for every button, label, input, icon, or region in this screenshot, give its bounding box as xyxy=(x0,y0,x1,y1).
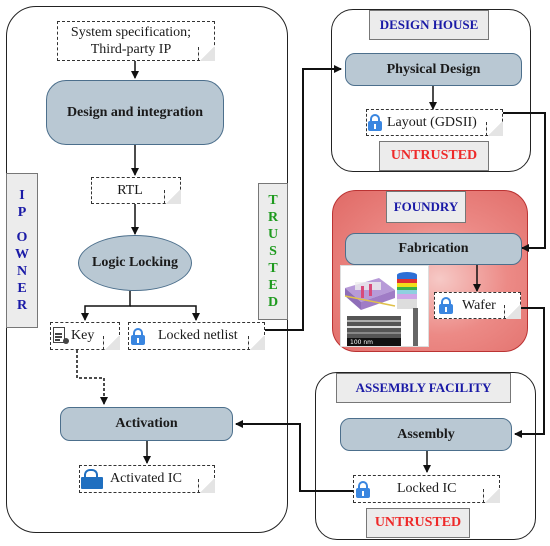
trusted-label: T R U S T E D xyxy=(258,183,288,320)
locked-ic-document: Locked IC xyxy=(353,475,500,503)
trusted-letter: U xyxy=(267,227,279,242)
design-house-title-text: DESIGN HOUSE xyxy=(379,17,479,32)
trusted-letter: E xyxy=(268,278,278,293)
document-fold-icon xyxy=(248,336,265,350)
design-house-title: DESIGN HOUSE xyxy=(369,10,489,40)
ip-owner-letter: I xyxy=(19,188,25,203)
trusted-letter: T xyxy=(268,193,278,208)
logic-locking-label: Logic Locking xyxy=(92,255,178,270)
lock-icon xyxy=(368,114,382,131)
scale-bar-label: 100 nm xyxy=(350,339,374,346)
assembly-process: Assembly xyxy=(340,418,512,451)
trusted-letter: D xyxy=(267,295,279,310)
locked-ic-label: Locked IC xyxy=(397,481,457,496)
foundry-title-text: FOUNDRY xyxy=(393,199,459,214)
system-spec-document: System specification; Third-party IP xyxy=(57,21,215,61)
trusted-letter: R xyxy=(267,210,279,225)
fabrication-process: Fabrication xyxy=(345,233,522,265)
activation-process: Activation xyxy=(60,407,233,441)
rtl-label: RTL xyxy=(117,182,143,198)
key-file-icon xyxy=(53,327,69,345)
logic-locking-process: Logic Locking xyxy=(78,235,192,291)
design-house-untrusted-badge: UNTRUSTED xyxy=(379,141,489,171)
ip-owner-letter: E xyxy=(17,281,27,296)
system-spec-line1: System specification; xyxy=(70,25,192,40)
locked-netlist-document: Locked netlist xyxy=(128,322,265,350)
document-fold-icon xyxy=(164,190,181,204)
activated-ic-label: Activated IC xyxy=(110,471,182,486)
key-document: Key xyxy=(50,322,120,350)
trusted-letter: T xyxy=(268,261,278,276)
layout-gdsii-label: Layout (GDSII) xyxy=(387,114,477,130)
ip-owner-letter: P xyxy=(17,205,27,220)
document-fold-icon xyxy=(198,47,215,61)
untrusted-text: UNTRUSTED xyxy=(390,148,478,163)
wafer-label: Wafer xyxy=(462,297,496,313)
physical-design-process: Physical Design xyxy=(345,53,522,86)
activation-label: Activation xyxy=(115,416,178,431)
document-fold-icon xyxy=(483,489,500,503)
ip-owner-letter: N xyxy=(16,264,28,279)
document-fold-icon xyxy=(103,336,120,350)
document-fold-icon xyxy=(486,122,503,136)
document-fold-icon xyxy=(504,305,521,319)
document-fold-icon xyxy=(198,479,215,493)
lock-icon xyxy=(356,480,370,498)
physical-design-label: Physical Design xyxy=(386,61,481,77)
activated-ic-document: Activated IC xyxy=(79,465,215,493)
assembly-facility-title-text: ASSEMBLY FACILITY xyxy=(355,380,492,395)
key-label: Key xyxy=(71,328,95,343)
trusted-letter: S xyxy=(269,244,277,259)
chip-illustration-icon xyxy=(344,272,418,346)
assembly-label: Assembly xyxy=(397,426,455,442)
untrusted-text: UNTRUSTED xyxy=(374,515,462,530)
assembly-facility-title: ASSEMBLY FACILITY xyxy=(336,373,511,403)
system-spec-line2: Third-party IP xyxy=(90,42,172,57)
foundry-title: FOUNDRY xyxy=(386,191,466,223)
lock-icon xyxy=(131,327,145,345)
wafer-document: Wafer xyxy=(434,292,521,319)
locked-netlist-label: Locked netlist xyxy=(158,328,238,343)
fabrication-micrograph-image: 100 nm xyxy=(340,265,429,347)
ip-owner-letter: W xyxy=(15,247,29,262)
ip-owner-letter: O xyxy=(16,230,28,245)
fabrication-label: Fabrication xyxy=(398,241,469,256)
design-and-integration-process: Design and integration xyxy=(46,80,224,145)
rtl-document: RTL xyxy=(91,177,181,204)
design-and-integration-label: Design and integration xyxy=(66,104,204,120)
ip-owner-label: I P O W N E R xyxy=(6,173,38,328)
layout-gdsii-document: Layout (GDSII) xyxy=(366,109,503,136)
assembly-untrusted-badge: UNTRUSTED xyxy=(366,508,470,538)
ip-owner-letter: R xyxy=(16,298,28,313)
lock-icon xyxy=(439,297,453,314)
unlocked-icon xyxy=(81,469,103,489)
